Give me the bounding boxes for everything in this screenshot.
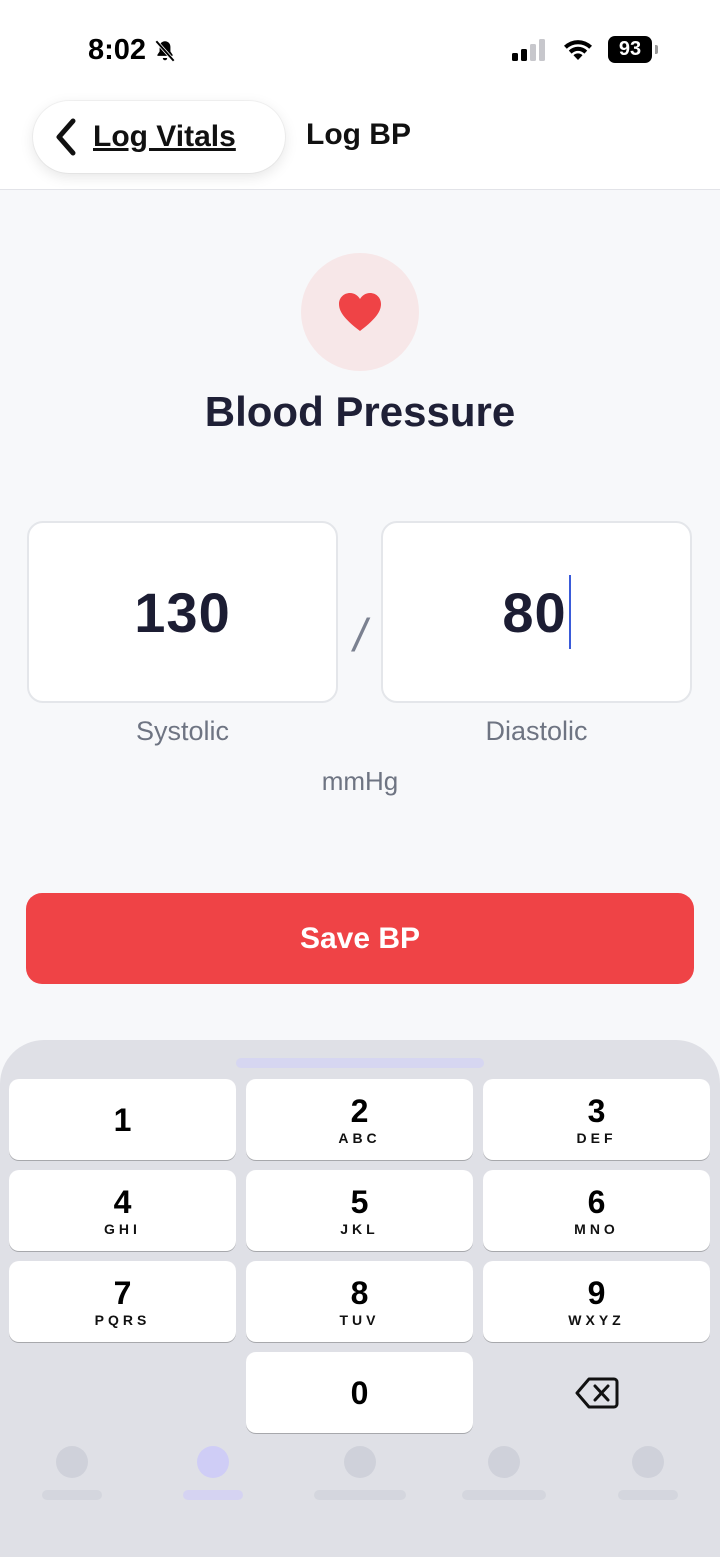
key-letters: MNO (574, 1220, 619, 1237)
blurred-tab-icon (344, 1446, 376, 1478)
key-4[interactable]: 4 GHI (9, 1170, 236, 1251)
diastolic-label: Diastolic (485, 716, 588, 746)
backspace-icon (575, 1377, 618, 1408)
key-2[interactable]: 2 ABC (246, 1079, 473, 1160)
numeric-keyboard: 1 2 ABC 3 DEF 4 GHI 5 JKL 6 MNO 7 PQRS 8… (0, 1040, 720, 1557)
text-caret (568, 575, 571, 649)
systolic-label: Systolic (135, 716, 230, 746)
status-indicators: 93 (512, 36, 658, 63)
key-digit: 1 (113, 1101, 132, 1138)
key-8[interactable]: 8 TUV (246, 1261, 473, 1342)
value-separator: / (353, 609, 367, 661)
blurred-tab-label (183, 1490, 243, 1500)
blurred-tab-bar (0, 1440, 720, 1530)
key-digit: 2 (350, 1092, 369, 1129)
back-button[interactable]: Log Vitals (33, 101, 285, 173)
keyboard-blurred-content (236, 1058, 484, 1068)
unit-label: mmHg (321, 766, 399, 796)
nav-title: Log BP (306, 118, 411, 151)
key-9[interactable]: 9 WXYZ (483, 1261, 710, 1342)
key-5[interactable]: 5 JKL (246, 1170, 473, 1251)
key-digit: 6 (587, 1183, 606, 1220)
delete-key[interactable] (483, 1352, 710, 1433)
key-1[interactable]: 1 (9, 1079, 236, 1160)
heart-icon (339, 293, 381, 331)
heart-badge (301, 253, 419, 371)
blurred-tab-label (618, 1490, 678, 1500)
blurred-tab-icon (488, 1446, 520, 1478)
bell-muted-icon (155, 39, 176, 62)
key-letters: PQRS (94, 1311, 151, 1328)
key-digit: 8 (350, 1274, 369, 1311)
key-7[interactable]: 7 PQRS (9, 1261, 236, 1342)
diastolic-input[interactable]: 80 (381, 521, 692, 703)
battery-indicator: 93 (608, 36, 658, 63)
blurred-tab-label (314, 1490, 406, 1500)
key-6[interactable]: 6 MNO (483, 1170, 710, 1251)
back-button-label: Log Vitals (93, 120, 236, 153)
key-letters: DEF (576, 1129, 617, 1146)
key-digit: 9 (587, 1274, 606, 1311)
systolic-input[interactable]: 130 (27, 521, 338, 703)
nav-bar: Log Vitals Log BP (0, 100, 720, 190)
key-digit: 0 (350, 1374, 369, 1411)
systolic-value: 130 (134, 580, 231, 644)
key-digit: 7 (113, 1274, 132, 1311)
page-title: Blood Pressure (204, 388, 516, 435)
blurred-tab-icon (632, 1446, 664, 1478)
key-letters: ABC (338, 1129, 381, 1146)
key-digit: 3 (587, 1092, 606, 1129)
key-letters: GHI (104, 1220, 141, 1237)
save-bp-button[interactable]: Save BP (26, 893, 694, 984)
key-letters: TUV (339, 1311, 380, 1328)
blurred-tab-label (462, 1490, 546, 1500)
blurred-tab-icon (197, 1446, 229, 1478)
key-0[interactable]: 0 (246, 1352, 473, 1433)
diastolic-value: 80 (502, 580, 567, 644)
key-letters: WXYZ (568, 1311, 625, 1328)
key-letters: JKL (340, 1220, 379, 1237)
status-time: 8:02 (88, 34, 178, 67)
key-3[interactable]: 3 DEF (483, 1079, 710, 1160)
blurred-tab-label (42, 1490, 102, 1500)
blurred-tab-icon (56, 1446, 88, 1478)
key-digit: 4 (113, 1183, 132, 1220)
key-digit: 5 (350, 1183, 369, 1220)
status-bar: 8:02 93 (0, 0, 720, 100)
status-time-text: 8:02 (88, 34, 147, 66)
chevron-left-icon (56, 118, 76, 156)
wifi-icon (564, 39, 592, 60)
cellular-signal-icon (512, 38, 545, 61)
